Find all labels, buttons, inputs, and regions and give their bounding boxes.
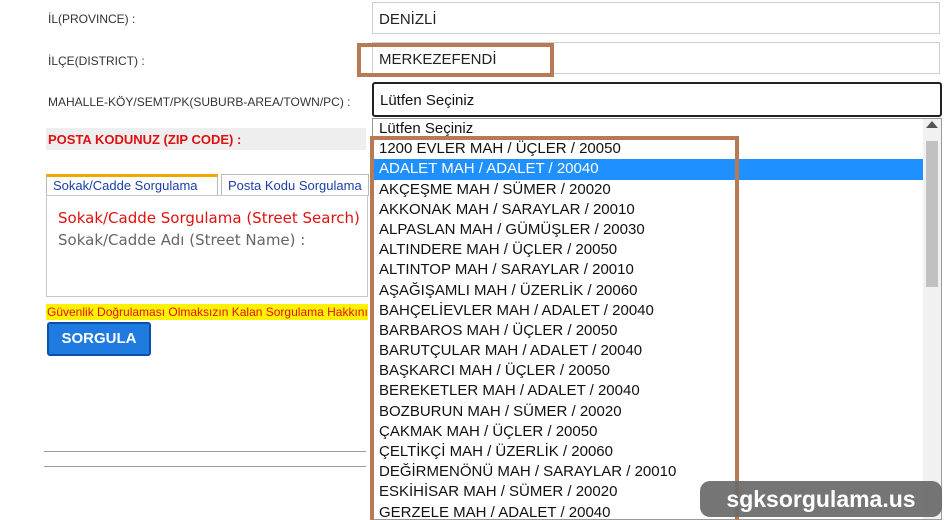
zip-code-label: POSTA KODUNUZ (ZIP CODE) : xyxy=(46,128,366,150)
list-item[interactable]: BEREKETLER MAH / ADALET / 20040 xyxy=(373,381,923,401)
list-item[interactable]: BOZBURUN MAH / SÜMER / 20020 xyxy=(373,402,923,422)
street-search-panel: Sokak/Cadde Sorgulama (Street Search) So… xyxy=(46,195,368,297)
neighborhood-label: MAHALLE-KÖY/SEMT/PK(SUBURB-AREA/TOWN/PC)… xyxy=(48,95,351,109)
dropdown-scrollbar[interactable] xyxy=(923,119,941,519)
province-label: İL(PROVINCE) : xyxy=(48,12,136,26)
list-item[interactable]: AŞAĞIŞAMLI MAH / ÜZERLİK / 20060 xyxy=(373,281,923,301)
tab-zip-search[interactable]: Posta Kodu Sorgulama xyxy=(221,174,369,196)
panel-title: Sokak/Cadde Sorgulama (Street Search) xyxy=(58,209,360,227)
scroll-up-icon[interactable] xyxy=(926,121,938,128)
dropdown-options: Lütfen Seçiniz 1200 EVLER MAH / ÜÇLER / … xyxy=(373,119,923,519)
list-item[interactable]: BARUTÇULAR MAH / ADALET / 20040 xyxy=(373,341,923,361)
list-item[interactable]: ALTINDERE MAH / ÜÇLER / 20050 xyxy=(373,240,923,260)
street-name-label: Sokak/Cadde Adı (Street Name) : xyxy=(58,231,306,249)
district-label: İLÇE(DISTRICT) : xyxy=(48,54,145,68)
list-item[interactable]: ÇELTİKÇİ MAH / ÜZERLİK / 20060 xyxy=(373,442,923,462)
list-item[interactable]: AKÇEŞME MAH / SÜMER / 20020 xyxy=(373,180,923,200)
scroll-thumb[interactable] xyxy=(926,141,938,287)
list-item[interactable]: Lütfen Seçiniz xyxy=(373,119,923,139)
list-item-selected[interactable]: ADALET MAH / ADALET / 20040 xyxy=(373,159,923,180)
list-item[interactable]: ÇAKMAK MAH / ÜÇLER / 20050 xyxy=(373,422,923,442)
list-item[interactable]: AKKONAK MAH / SARAYLAR / 20010 xyxy=(373,200,923,220)
list-item[interactable]: BAŞKARCI MAH / ÜÇLER / 20050 xyxy=(373,361,923,381)
list-item[interactable]: ALPASLAN MAH / GÜMÜŞLER / 20030 xyxy=(373,220,923,240)
list-item[interactable]: ALTINTOP MAH / SARAYLAR / 20010 xyxy=(373,260,923,280)
list-item[interactable]: DEĞİRMENÖNÜ MAH / SARAYLAR / 20010 xyxy=(373,462,923,482)
security-warning: Güvenlik Doğrulaması Olmaksızın Kalan So… xyxy=(46,304,368,320)
neighborhood-select[interactable]: Lütfen Seçiniz xyxy=(372,82,942,117)
province-field[interactable]: DENİZLİ xyxy=(372,2,940,34)
divider xyxy=(44,466,366,467)
list-item[interactable]: BAHÇELİEVLER MAH / ADALET / 20040 xyxy=(373,301,923,321)
list-item[interactable]: 1200 EVLER MAH / ÜÇLER / 20050 xyxy=(373,139,923,159)
neighborhood-dropdown-list[interactable]: Lütfen Seçiniz 1200 EVLER MAH / ÜÇLER / … xyxy=(372,118,942,520)
tab-street-search[interactable]: Sokak/Cadde Sorgulama xyxy=(46,174,218,196)
divider xyxy=(44,451,366,452)
query-button[interactable]: SORGULA xyxy=(47,322,151,356)
watermark-logo: sgksorgulama.us xyxy=(700,481,942,517)
list-item[interactable]: BARBAROS MAH / ÜÇLER / 20050 xyxy=(373,321,923,341)
district-field[interactable]: MERKEZEFENDİ xyxy=(372,42,940,74)
